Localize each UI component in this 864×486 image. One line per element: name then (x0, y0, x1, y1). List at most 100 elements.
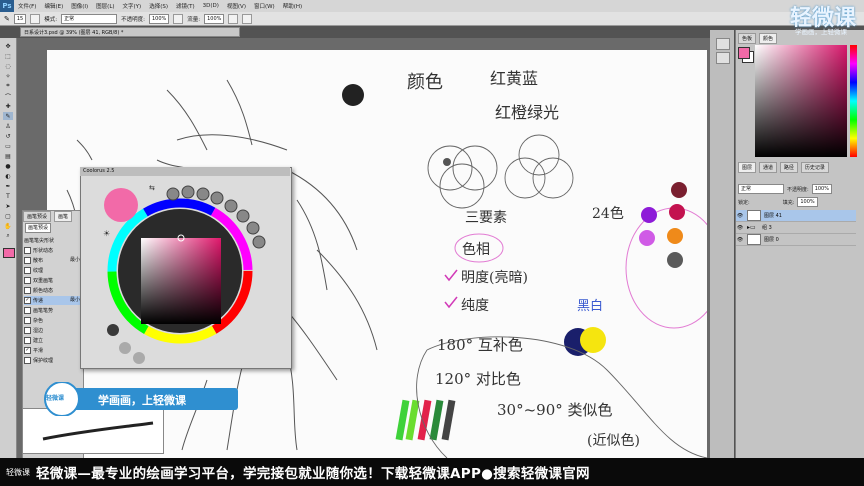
eyedropper-tool-icon[interactable]: ⌒ (3, 92, 13, 101)
airbrush-button[interactable] (228, 13, 239, 24)
tab-history[interactable]: 历史记录 (800, 162, 829, 173)
menu-edit[interactable]: 编辑(E) (40, 2, 67, 10)
opacity-label: 不透明度: (121, 16, 145, 23)
visibility-eye-icon[interactable]: 👁 (736, 225, 744, 231)
mode-select[interactable]: 正常 (61, 13, 118, 24)
history-brush-tool-icon[interactable]: ↺ (3, 132, 13, 140)
pick-icon[interactable] (119, 342, 131, 354)
hand-tool-icon[interactable]: ✋ (3, 222, 13, 230)
menu-file[interactable]: 文件(F) (14, 2, 40, 10)
brush-option-checkbox[interactable]: ✓ (24, 347, 31, 354)
brush-option-checkbox[interactable] (24, 267, 31, 274)
brush-option[interactable]: 杂色 (24, 316, 80, 325)
brush-option[interactable]: 纹理 (24, 266, 80, 275)
menu-3d[interactable]: 3D(D) (199, 3, 223, 9)
brush-option[interactable]: ✓ 平滑 (24, 346, 80, 355)
tab-channels[interactable]: 通道 (758, 162, 777, 173)
eraser-tool-icon[interactable]: ▭ (3, 142, 13, 150)
marquee-tool-icon[interactable]: ⬚ (3, 52, 13, 60)
brush-option-checkbox[interactable] (24, 277, 31, 284)
brush-option[interactable]: 形状动态 (24, 246, 80, 255)
menu-layer[interactable]: 图层(L) (92, 2, 118, 10)
stamp-tool-icon[interactable]: ♙ (3, 122, 13, 130)
opacity-pressure-button[interactable] (173, 13, 184, 24)
menu-image[interactable]: 图像(I) (67, 2, 92, 10)
dodge-tool-icon[interactable]: ◐ (3, 172, 13, 180)
layer-row[interactable]: 👁 图层 0 (736, 234, 856, 246)
brush-option-checkbox[interactable] (24, 327, 31, 334)
type-tool-icon[interactable]: T (3, 192, 13, 200)
brush-presets-button[interactable]: 画笔预设 (25, 223, 52, 233)
visibility-eye-icon[interactable]: 👁 (736, 213, 744, 219)
brush-option-checkbox[interactable] (24, 307, 31, 314)
swap-arrow-icon[interactable]: ⇆ (149, 184, 155, 192)
foreground-color-swatch[interactable] (3, 248, 15, 258)
layer-thumbnail (747, 234, 761, 245)
path-select-tool-icon[interactable]: ➤ (3, 202, 13, 210)
brush-option-checkbox[interactable] (24, 337, 31, 344)
brush-option-checkbox[interactable] (24, 287, 31, 294)
pen-tool-icon[interactable]: ✒ (3, 182, 13, 190)
layer-blend-select[interactable]: 正常 (738, 184, 784, 194)
document-tab[interactable]: 日系设计3.psd @ 39% (图层 41, RGB/8) * (20, 27, 240, 37)
color-panel-dock-icon[interactable] (716, 38, 730, 50)
tab-swatches[interactable]: 色板 (738, 33, 757, 44)
gradient-tool-icon[interactable]: ▤ (3, 152, 13, 160)
brush-panel-toggle-button[interactable] (30, 13, 41, 24)
swatch-oval (625, 207, 723, 329)
crop-tool-icon[interactable]: ⌗ (3, 82, 13, 90)
tab-layers[interactable]: 图层 (738, 162, 757, 173)
venn-diagrams (427, 134, 574, 209)
brush-option[interactable]: 颜色动态 (24, 286, 80, 295)
menu-filter[interactable]: 滤镜(T) (172, 2, 199, 10)
brush-option[interactable]: 双重画笔 (24, 276, 80, 285)
flow-field[interactable]: 100% (204, 13, 225, 24)
venn-dot (443, 158, 451, 166)
layer-row[interactable]: 👁 图层 41 (736, 210, 856, 222)
sun-icon[interactable]: ☀ (103, 229, 110, 238)
menu-window[interactable]: 窗口(W) (250, 2, 279, 10)
play-icon[interactable] (133, 352, 145, 364)
layers-panel-tabs: 图层 通道 路径 历史记录 (738, 162, 830, 173)
lasso-tool-icon[interactable]: ◌ (3, 62, 13, 70)
shape-tool-icon[interactable]: ▢ (3, 212, 13, 220)
menu-type[interactable]: 文字(Y) (119, 2, 146, 10)
brush-option-checkbox[interactable] (24, 357, 31, 364)
brush-option[interactable]: 保护纹理 (24, 356, 80, 365)
layer-row[interactable]: 👁 ▸▭ 组 3 (736, 222, 856, 234)
visibility-eye-icon[interactable]: 👁 (736, 237, 744, 243)
blur-tool-icon[interactable]: ● (3, 162, 13, 170)
menu-help[interactable]: 帮助(H) (279, 2, 306, 10)
tab-brush-presets[interactable]: 画笔预设 (23, 211, 52, 222)
move-tool-icon[interactable]: ✥ (3, 42, 13, 50)
size-pressure-button[interactable] (242, 13, 253, 24)
opacity-field[interactable]: 100% (148, 13, 170, 24)
healing-tool-icon[interactable]: ✚ (3, 102, 13, 110)
brush-option[interactable]: 建立 (24, 336, 80, 345)
brush-option-checkbox[interactable] (24, 247, 31, 254)
tab-paths[interactable]: 路径 (779, 162, 798, 173)
brush-option[interactable]: 湿边 (24, 326, 80, 335)
quick-select-tool-icon[interactable]: ✧ (3, 72, 13, 80)
brush-size-picker[interactable]: 15 (13, 13, 27, 24)
color-picker-field[interactable] (755, 45, 847, 157)
zoom-tool-icon[interactable]: ⌕ (3, 232, 13, 240)
tab-color[interactable]: 颜色 (758, 33, 777, 44)
tab-brush[interactable]: 画笔 (53, 211, 72, 222)
brush-tool-icon[interactable]: ✎ (3, 112, 13, 120)
hue-slider[interactable] (850, 45, 857, 157)
note-near-color: (近似色) (587, 432, 640, 449)
brush-option-tip-shape[interactable]: 画笔笔尖形状 (24, 236, 80, 245)
menu-select[interactable]: 选择(S) (145, 2, 172, 10)
brush-tool-icon[interactable]: ✎ (4, 15, 10, 23)
brush-option-checkbox[interactable] (24, 317, 31, 324)
swatches-panel-dock-icon[interactable] (716, 52, 730, 64)
foreground-color-swatch-panel[interactable] (738, 47, 750, 59)
menu-view[interactable]: 视图(V) (223, 2, 250, 10)
layer-fill-field[interactable]: 100% (797, 197, 818, 207)
mode-toggle-icon[interactable] (107, 324, 119, 336)
layer-opacity-field[interactable]: 100% (811, 184, 832, 194)
brush-option-checkbox[interactable] (24, 257, 31, 264)
brush-option[interactable]: 画笔笔势 (24, 306, 80, 315)
brush-option-checkbox[interactable]: ✓ (24, 297, 31, 304)
